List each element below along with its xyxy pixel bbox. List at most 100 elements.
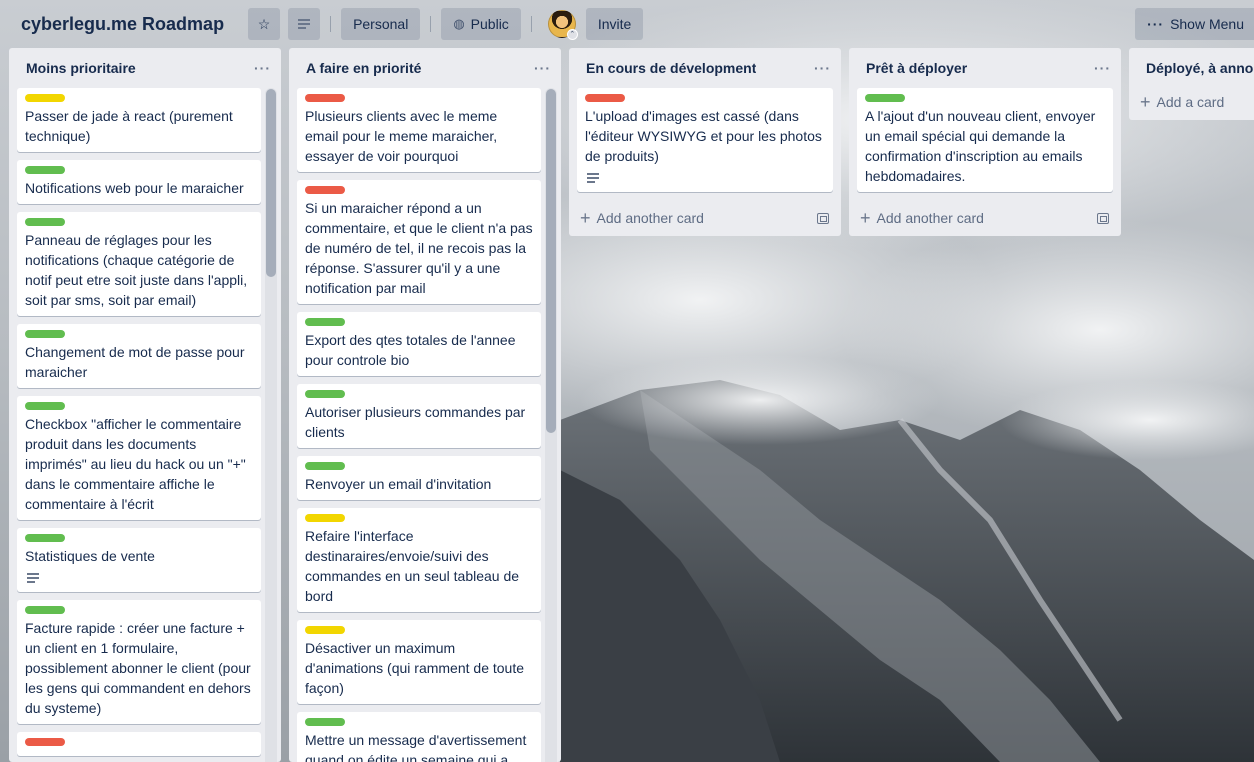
more-icon: ··· — [1147, 16, 1165, 32]
card[interactable]: Export des qtes totales de l'annee pour … — [297, 312, 541, 376]
card-title: Panneau de réglages pour les notificatio… — [25, 232, 248, 308]
scrollbar-thumb[interactable] — [266, 89, 276, 277]
card-title: Désactiver un maximum d'animations (qui … — [305, 640, 525, 696]
visibility-button[interactable]: ◍ Public — [441, 8, 521, 40]
card-label — [305, 94, 345, 102]
add-card-row: + Add a card — [1129, 84, 1254, 120]
add-card-row: + Add another card — [849, 200, 1121, 236]
list-title[interactable]: Prêt à déployer — [866, 60, 967, 76]
list-en-cours-de-developpement: En cours de dévelopment ··· L'upload d'i… — [569, 48, 841, 236]
list-header: A faire en priorité ··· — [289, 48, 561, 88]
add-card-button[interactable]: + Add a card — [1140, 92, 1224, 112]
list-scrollbar[interactable] — [545, 88, 557, 762]
card[interactable]: Autoriser plusieurs commandes par client… — [297, 384, 541, 448]
card-label — [305, 390, 345, 398]
card[interactable]: Changement de mot de passe pour maraiche… — [17, 324, 261, 388]
list-scrollbar[interactable] — [265, 88, 277, 762]
list-menu-icon[interactable]: ··· — [534, 60, 551, 76]
card-label — [25, 738, 65, 746]
card[interactable]: Statistiques de vente — [17, 528, 261, 592]
card-badges — [25, 566, 253, 590]
board-canvas: Moins prioritaire ··· Passer de jade à r… — [8, 48, 1254, 762]
card-title: Plusieurs clients avec le meme email pou… — [305, 108, 498, 164]
scrollbar-thumb[interactable] — [546, 89, 556, 433]
list-title[interactable]: Moins prioritaire — [26, 60, 136, 76]
card-title: Statistiques de vente — [25, 548, 155, 564]
card-title — [25, 750, 253, 754]
card[interactable] — [17, 732, 261, 756]
card-label — [865, 94, 905, 102]
card-label — [25, 402, 65, 410]
add-card-button[interactable]: + Add another card — [860, 208, 984, 228]
card-label — [305, 718, 345, 726]
list-header: Prêt à déployer ··· — [849, 48, 1121, 88]
add-card-row: + Add another card — [569, 200, 841, 236]
card-title: Changement de mot de passe pour maraiche… — [25, 344, 245, 380]
card[interactable]: A l'ajout d'un nouveau client, envoyer u… — [857, 88, 1113, 192]
star-icon: ☆ — [257, 15, 271, 32]
add-card-label: Add another card — [876, 210, 984, 226]
card[interactable]: Notifications web pour le maraicher — [17, 160, 261, 204]
card-label — [25, 606, 65, 614]
list-menu-icon[interactable]: ··· — [1094, 60, 1111, 76]
star-button[interactable]: ☆ — [248, 8, 281, 40]
list-header: En cours de dévelopment ··· — [569, 48, 841, 88]
card-badges — [585, 166, 825, 190]
header-divider — [430, 16, 432, 32]
description-icon — [27, 573, 39, 583]
list-deploye-a-annoncer: Déployé, à annoncer + Add a card — [1129, 48, 1254, 120]
board-title[interactable]: cyberlegu.me Roadmap — [20, 14, 232, 35]
list-title[interactable]: Déployé, à annoncer — [1146, 60, 1254, 76]
description-icon — [298, 19, 311, 29]
card-title: Si un maraicher répond a un commentaire,… — [305, 200, 533, 296]
invite-button[interactable]: Invite — [585, 8, 644, 40]
list-a-faire-en-priorite: A faire en priorité ··· Plusieurs client… — [289, 48, 561, 762]
plus-icon: + — [1140, 92, 1151, 112]
card[interactable]: Panneau de réglages pour les notificatio… — [17, 212, 261, 316]
board-header: cyberlegu.me Roadmap ☆ Personal ◍ Public… — [0, 0, 1254, 48]
card[interactable]: Mettre un message d'avertissement quand … — [297, 712, 541, 762]
show-menu-label: Show Menu — [1170, 16, 1244, 32]
show-menu-button[interactable]: ··· Show Menu — [1135, 8, 1254, 40]
card-label — [25, 330, 65, 338]
list-title[interactable]: A faire en priorité — [306, 60, 421, 76]
list-title[interactable]: En cours de dévelopment — [586, 60, 756, 76]
card[interactable]: L'upload d'images est cassé (dans l'édit… — [577, 88, 833, 192]
card-title: Renvoyer un email d'invitation — [305, 476, 492, 492]
card-label — [25, 94, 65, 102]
globe-icon: ◍ — [453, 16, 465, 31]
card-label — [25, 166, 65, 174]
card-label — [305, 514, 345, 522]
team-button[interactable]: Personal — [341, 8, 421, 40]
card-template-icon[interactable] — [817, 212, 829, 224]
plus-icon: + — [860, 208, 871, 228]
list-menu-icon[interactable]: ··· — [814, 60, 831, 76]
card-label — [305, 186, 345, 194]
plus-icon: + — [580, 208, 591, 228]
board-description-button[interactable] — [288, 8, 321, 40]
list-pret-a-deployer: Prêt à déployer ··· A l'ajout d'un nouve… — [849, 48, 1121, 236]
card-list: Passer de jade à react (purement techniq… — [9, 88, 281, 756]
card-title: Facture rapide : créer une facture + un … — [25, 620, 251, 716]
card[interactable]: Plusieurs clients avec le meme email pou… — [297, 88, 541, 172]
list-header: Déployé, à annoncer — [1129, 48, 1254, 88]
card[interactable]: Facture rapide : créer une facture + un … — [17, 600, 261, 724]
card[interactable]: Renvoyer un email d'invitation — [297, 456, 541, 500]
card-title: A l'ajout d'un nouveau client, envoyer u… — [865, 108, 1096, 184]
card-title: Export des qtes totales de l'annee pour … — [305, 332, 516, 368]
card[interactable]: Passer de jade à react (purement techniq… — [17, 88, 261, 152]
card[interactable]: Checkbox "afficher le commentaire produi… — [17, 396, 261, 520]
card[interactable]: Désactiver un maximum d'animations (qui … — [297, 620, 541, 704]
card-list: Plusieurs clients avec le meme email pou… — [289, 88, 561, 762]
card-template-icon[interactable] — [1097, 212, 1109, 224]
card-title: Autoriser plusieurs commandes par client… — [305, 404, 526, 440]
card-title: Mettre un message d'avertissement quand … — [305, 732, 527, 762]
member-avatar[interactable]: ⌃ — [547, 10, 578, 40]
card-title: Notifications web pour le maraicher — [25, 180, 244, 196]
visibility-label: Public — [470, 16, 509, 32]
card[interactable]: Refaire l'interface destinaraires/envoie… — [297, 508, 541, 612]
card[interactable]: Si un maraicher répond a un commentaire,… — [297, 180, 541, 304]
list-menu-icon[interactable]: ··· — [254, 60, 271, 76]
card-title: Passer de jade à react (purement techniq… — [25, 108, 233, 144]
add-card-button[interactable]: + Add another card — [580, 208, 704, 228]
